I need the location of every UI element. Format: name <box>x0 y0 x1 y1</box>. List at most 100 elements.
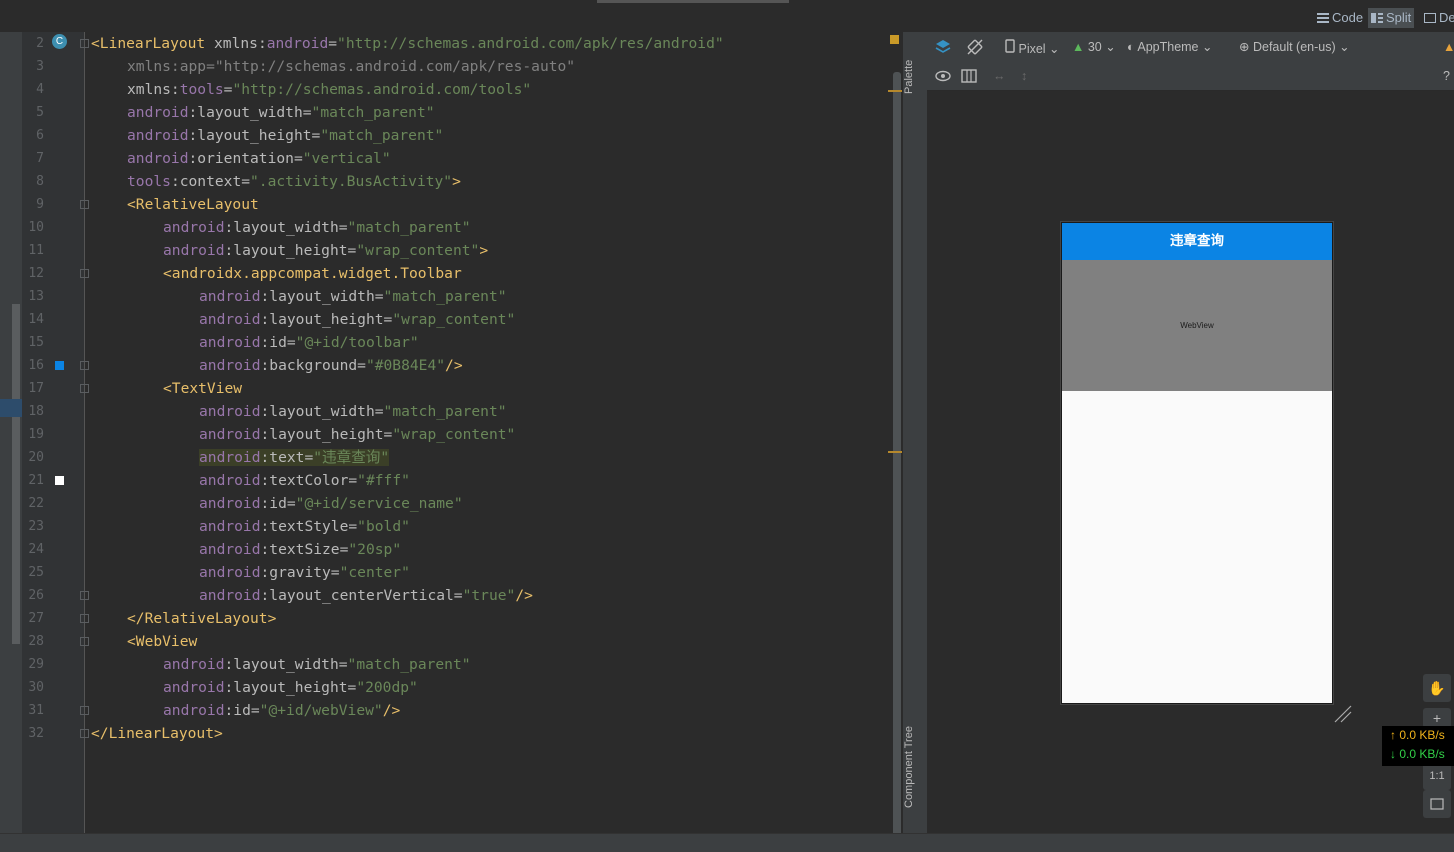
columns-icon[interactable] <box>961 68 977 84</box>
line-number[interactable]: 26 <box>22 584 44 607</box>
pan-hand-icon[interactable]: ✋ <box>1423 674 1451 702</box>
code-line[interactable]: android:id="@+id/toolbar" <box>199 331 419 354</box>
code-line[interactable]: android:layout_height="wrap_content"> <box>163 239 488 262</box>
code-line[interactable]: android:layout_height="match_parent" <box>127 124 443 147</box>
line-number[interactable]: 24 <box>22 538 44 561</box>
line-number[interactable]: 20 <box>22 446 44 469</box>
fold-marker[interactable] <box>80 706 89 715</box>
palette-tab[interactable]: Palette <box>903 42 927 112</box>
code-line[interactable]: <RelativeLayout <box>127 193 259 216</box>
line-number[interactable]: 27 <box>22 607 44 630</box>
scroll-marker[interactable] <box>888 90 902 92</box>
xml-code-editor[interactable]: <LinearLayout xmlns:android="http://sche… <box>91 32 891 833</box>
code-line[interactable]: android:layout_centerVertical="true"/> <box>199 584 533 607</box>
vertical-resize-icon[interactable]: ↕ <box>1021 68 1027 84</box>
split-mode-button[interactable]: Split <box>1368 8 1415 28</box>
theme-selector[interactable]: ◐ AppTheme ⌄ <box>1127 39 1212 55</box>
fold-marker[interactable] <box>80 637 89 646</box>
line-number[interactable]: 13 <box>22 285 44 308</box>
preview-resize-handle[interactable] <box>1333 704 1353 724</box>
line-number[interactable]: 16 <box>22 354 44 377</box>
fold-marker[interactable] <box>80 384 89 393</box>
code-line[interactable]: android:textSize="20sp" <box>199 538 401 561</box>
locale-selector[interactable]: ⊕ Default (en-us) ⌄ <box>1239 39 1350 55</box>
line-number[interactable]: 25 <box>22 561 44 584</box>
fold-marker[interactable] <box>80 269 89 278</box>
class-badge-icon[interactable]: C <box>52 34 67 49</box>
zoom-fit-button[interactable] <box>1423 790 1451 818</box>
help-icon[interactable]: ? <box>1443 68 1450 84</box>
fold-marker[interactable] <box>80 200 89 209</box>
code-line[interactable]: android:textStyle="bold" <box>199 515 410 538</box>
code-line[interactable]: <TextView <box>163 377 242 400</box>
code-line[interactable]: android:id="@+id/webView"/> <box>163 699 400 722</box>
line-number[interactable]: 30 <box>22 676 44 699</box>
line-number[interactable]: 3 <box>22 55 44 78</box>
zoom-in-button[interactable]: + <box>1423 708 1451 728</box>
scroll-marker[interactable] <box>888 451 902 453</box>
line-number[interactable]: 17 <box>22 377 44 400</box>
line-number[interactable]: 21 <box>22 469 44 492</box>
code-mode-button[interactable]: Code <box>1314 8 1366 28</box>
line-number[interactable]: 32 <box>22 722 44 745</box>
horizontal-resize-icon[interactable]: ↔ <box>993 68 1006 84</box>
warning-icon[interactable]: ▲ <box>1443 39 1454 55</box>
code-line[interactable]: android:layout_width="match_parent" <box>199 400 507 423</box>
code-line[interactable]: android:layout_width="match_parent" <box>199 285 507 308</box>
line-number[interactable]: 10 <box>22 216 44 239</box>
code-line[interactable]: <androidx.appcompat.widget.Toolbar <box>163 262 462 285</box>
line-number[interactable]: 28 <box>22 630 44 653</box>
left-scroll-indicator[interactable] <box>12 304 20 644</box>
drag-handle[interactable] <box>597 0 789 3</box>
fold-marker[interactable] <box>80 729 89 738</box>
fold-marker[interactable] <box>80 361 89 370</box>
line-number[interactable]: 22 <box>22 492 44 515</box>
component-tree-tab[interactable]: Component Tree <box>903 712 927 822</box>
preview-webview[interactable]: WebView <box>1062 260 1332 391</box>
eye-icon[interactable] <box>935 68 951 84</box>
line-number[interactable]: 9 <box>22 193 44 216</box>
color-swatch-icon[interactable] <box>55 361 64 370</box>
design-mode-button[interactable]: De <box>1421 8 1454 28</box>
line-number[interactable]: 8 <box>22 170 44 193</box>
color-swatch-icon[interactable] <box>55 476 64 485</box>
line-number[interactable]: 15 <box>22 331 44 354</box>
zoom-one-to-one-button[interactable]: 1:1 <box>1423 762 1451 790</box>
line-number[interactable]: 14 <box>22 308 44 331</box>
fold-marker[interactable] <box>80 614 89 623</box>
layers-icon[interactable] <box>935 39 951 55</box>
code-line[interactable]: android:gravity="center" <box>199 561 410 584</box>
line-number[interactable]: 11 <box>22 239 44 262</box>
api-selector[interactable]: ▲ 30 ⌄ <box>1072 39 1116 55</box>
code-line[interactable]: android:layout_width="match_parent" <box>127 101 435 124</box>
code-line[interactable]: android:orientation="vertical" <box>127 147 391 170</box>
inspection-warning-icon[interactable] <box>890 35 899 44</box>
code-line[interactable]: android:layout_height="wrap_content" <box>199 423 515 446</box>
code-line[interactable]: android:id="@+id/service_name" <box>199 492 463 515</box>
code-line[interactable]: android:layout_width="match_parent" <box>163 216 471 239</box>
code-line[interactable]: android:layout_height="wrap_content" <box>199 308 515 331</box>
device-selector[interactable]: Pixel ⌄ <box>1005 39 1060 56</box>
code-line[interactable]: android:layout_height="200dp" <box>163 676 418 699</box>
fold-marker[interactable] <box>80 39 89 48</box>
line-number[interactable]: 7 <box>22 147 44 170</box>
line-number[interactable]: 29 <box>22 653 44 676</box>
editor-scroll-thumb[interactable] <box>893 72 901 842</box>
line-number[interactable]: 31 <box>22 699 44 722</box>
line-number[interactable]: 18 <box>22 400 44 423</box>
code-line[interactable]: xmlns:app="http://schemas.android.com/ap… <box>127 55 575 78</box>
code-line[interactable]: tools:context=".activity.BusActivity"> <box>127 170 461 193</box>
code-line[interactable]: android:layout_width="match_parent" <box>163 653 471 676</box>
preview-toolbar[interactable]: 违章查询 <box>1062 223 1332 260</box>
line-number[interactable]: 19 <box>22 423 44 446</box>
line-number[interactable]: 5 <box>22 101 44 124</box>
code-line[interactable]: <LinearLayout xmlns:android="http://sche… <box>91 32 724 55</box>
line-number[interactable]: 23 <box>22 515 44 538</box>
fold-marker[interactable] <box>80 591 89 600</box>
device-preview[interactable]: 违章查询 WebView <box>1061 222 1333 704</box>
code-line[interactable]: android:textColor="#fff" <box>199 469 410 492</box>
code-line[interactable]: xmlns:tools="http://schemas.android.com/… <box>127 78 531 101</box>
line-number[interactable]: 6 <box>22 124 44 147</box>
code-line[interactable]: <WebView <box>127 630 197 653</box>
code-line[interactable]: </RelativeLayout> <box>127 607 276 630</box>
